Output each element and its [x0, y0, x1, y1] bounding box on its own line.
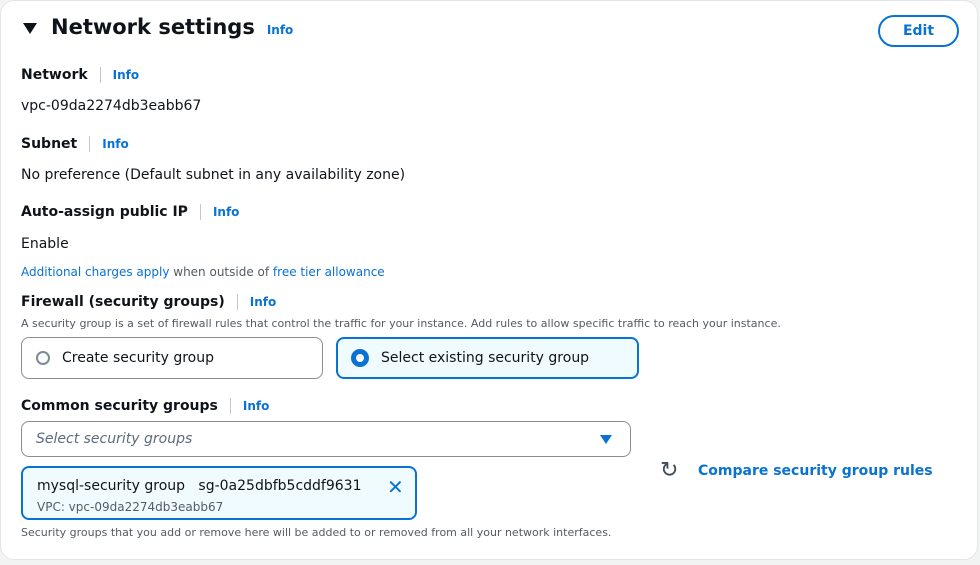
selected-security-group-token: mysql-security group sg-0a25dbfb5cddf963… [21, 466, 417, 520]
auto-ip-info-link[interactable]: Info [213, 205, 239, 219]
radio-unselected-icon[interactable] [36, 351, 50, 365]
network-value: vpc-09da2274db3eabb67 [21, 98, 202, 114]
token-vpc: VPC: vpc-09da2274db3eabb67 [37, 500, 224, 514]
caret-down-icon[interactable] [23, 22, 37, 34]
header-info-link[interactable]: Info [267, 23, 293, 37]
free-tier-link[interactable]: free tier allowance [273, 265, 385, 279]
radio-selected-icon[interactable] [351, 349, 369, 367]
charges-note: Additional charges apply when outside of… [21, 265, 385, 279]
firewall-info-link[interactable]: Info [250, 295, 276, 309]
security-groups-select[interactable]: Select security groups [21, 421, 631, 457]
auto-ip-value: Enable [21, 236, 69, 252]
refresh-icon[interactable]: ↻ [660, 458, 678, 483]
firewall-label-row: Firewall (security groups) Info [21, 294, 276, 310]
compare-security-group-rules-link[interactable]: Compare security group rules [698, 463, 933, 479]
select-placeholder: Select security groups [36, 431, 193, 447]
divider [199, 204, 201, 220]
divider [89, 136, 91, 152]
subnet-label-row: Subnet Info [21, 136, 129, 152]
network-info-link[interactable]: Info [113, 68, 139, 82]
firewall-description: A security group is a set of firewall ru… [21, 317, 781, 330]
additional-charges-link[interactable]: Additional charges apply [21, 265, 169, 279]
remove-token-icon[interactable]: ✕ [387, 475, 404, 499]
network-label: Network [21, 67, 88, 83]
common-sg-info-link[interactable]: Info [243, 399, 269, 413]
section-title: Network settings [51, 15, 255, 39]
auto-ip-label: Auto-assign public IP [21, 204, 188, 220]
subnet-info-link[interactable]: Info [102, 137, 128, 151]
divider [99, 67, 101, 83]
dropdown-arrow-icon[interactable] [600, 435, 612, 444]
section-header[interactable]: Network settings Info [23, 15, 293, 39]
network-settings-panel: Network settings Info Edit Network Info … [0, 0, 978, 560]
token-name-row: mysql-security group sg-0a25dbfb5cddf963… [37, 478, 361, 494]
common-sg-label: Common security groups [21, 398, 218, 414]
divider [229, 398, 231, 414]
firewall-label: Firewall (security groups) [21, 294, 225, 310]
subnet-value: No preference (Default subnet in any ava… [21, 167, 406, 183]
auto-ip-label-row: Auto-assign public IP Info [21, 204, 239, 220]
edit-button[interactable]: Edit [878, 15, 959, 47]
create-security-group-option[interactable]: Create security group [21, 337, 323, 379]
charges-note-text: when outside of [169, 265, 273, 279]
divider [236, 294, 238, 310]
network-label-row: Network Info [21, 67, 139, 83]
create-security-group-label: Create security group [62, 350, 214, 366]
select-existing-security-group-option[interactable]: Select existing security group [336, 337, 639, 379]
common-sg-label-row: Common security groups Info [21, 398, 269, 414]
security-groups-footer-note: Security groups that you add or remove h… [21, 526, 612, 539]
select-existing-security-group-label: Select existing security group [381, 350, 590, 366]
token-group-id: sg-0a25dbfb5cddf9631 [198, 478, 362, 494]
token-group-name: mysql-security group [37, 478, 186, 494]
subnet-label: Subnet [21, 136, 78, 152]
